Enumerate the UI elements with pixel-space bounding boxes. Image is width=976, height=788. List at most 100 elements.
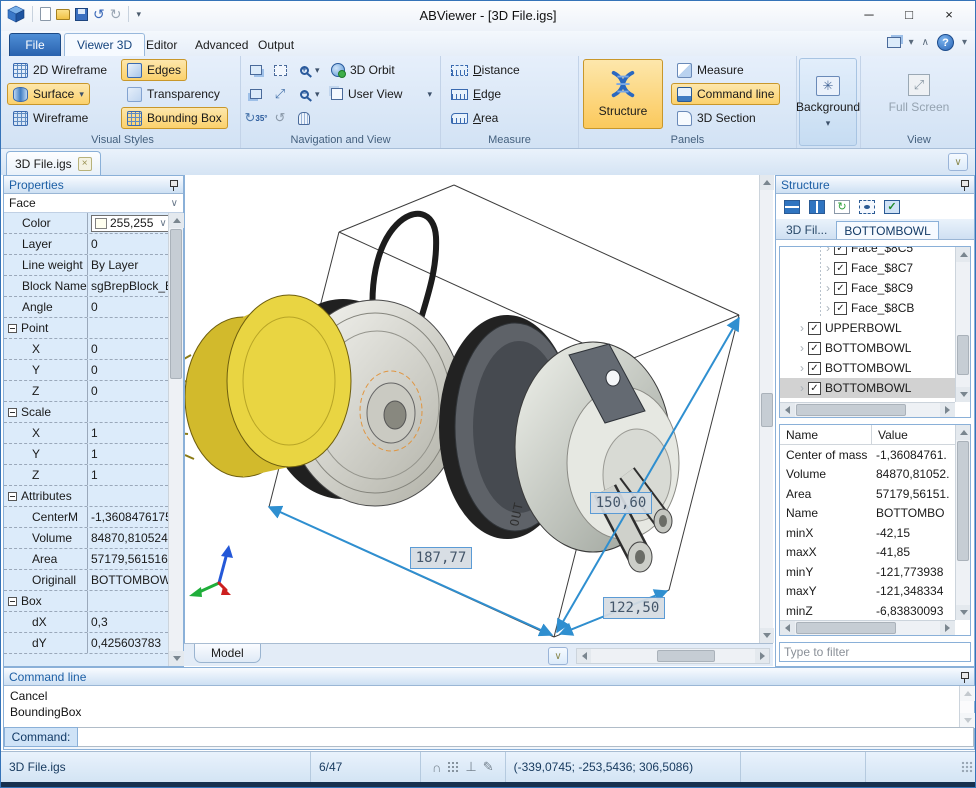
3d-section-panel-button[interactable]: 3D Section bbox=[671, 107, 762, 129]
attribute-row[interactable]: Center of mass-1,36084761. bbox=[780, 445, 955, 465]
tree-expand-icon[interactable]: › bbox=[826, 301, 830, 315]
user-view-dropdown-icon[interactable]: ▾ bbox=[427, 89, 432, 100]
zoom-out-dropdown-icon[interactable]: ▾ bbox=[315, 89, 320, 100]
area-button[interactable]: Area bbox=[445, 107, 504, 129]
tree-checkbox[interactable]: ✓ bbox=[834, 247, 847, 255]
split-horizontal-icon[interactable] bbox=[784, 200, 800, 214]
value-column-header[interactable]: Value bbox=[872, 428, 908, 442]
command-scrollbar[interactable] bbox=[959, 686, 974, 728]
color-combo[interactable]: 255,255∨ bbox=[91, 215, 168, 232]
attributes-hscrollbar[interactable] bbox=[780, 620, 955, 635]
scrollbar-thumb[interactable] bbox=[657, 650, 715, 662]
help-dropdown-icon[interactable]: ▾ bbox=[962, 37, 967, 48]
tree-expand-icon[interactable]: › bbox=[826, 261, 830, 275]
tree-checkbox[interactable]: ✓ bbox=[808, 382, 821, 395]
surface-dropdown-icon[interactable]: ▾ bbox=[79, 89, 84, 100]
close-tab-icon[interactable]: × bbox=[78, 157, 92, 171]
tree-item[interactable]: ›✓Face_$8C5 bbox=[780, 247, 955, 258]
tree-expand-icon[interactable]: › bbox=[826, 247, 830, 255]
property-row[interactable]: Z1 bbox=[4, 465, 168, 486]
2d-wireframe-button[interactable]: 2D Wireframe bbox=[7, 59, 113, 81]
collapse-icon[interactable] bbox=[8, 408, 17, 417]
zoom-in-dropdown-icon[interactable]: ▾ bbox=[315, 65, 320, 76]
tree-expand-icon[interactable]: › bbox=[800, 321, 804, 335]
property-row[interactable]: Point bbox=[4, 318, 168, 339]
tree-checkbox[interactable]: ✓ bbox=[808, 322, 821, 335]
collapse-icon[interactable] bbox=[8, 597, 17, 606]
previous-view-icon[interactable]: ↺ bbox=[269, 107, 291, 129]
collapse-icon[interactable] bbox=[8, 324, 17, 333]
model-tab[interactable]: Model bbox=[194, 644, 261, 663]
split-vertical-icon[interactable] bbox=[809, 200, 825, 214]
scrollbar-thumb[interactable] bbox=[796, 404, 906, 416]
tree-item[interactable]: ›✓UPPERBOWL bbox=[780, 318, 955, 338]
tree-hscrollbar[interactable] bbox=[780, 402, 955, 417]
attribute-row[interactable]: maxX-41,85 bbox=[780, 543, 955, 563]
measure-panel-button[interactable]: Measure bbox=[671, 59, 750, 81]
pin-icon[interactable] bbox=[169, 179, 178, 191]
scrollbar-thumb[interactable] bbox=[796, 622, 896, 634]
3d-orbit-button[interactable]: 3D Orbit bbox=[325, 59, 401, 81]
scrollbar-thumb[interactable] bbox=[170, 229, 182, 379]
property-row[interactable]: OriginallBOTTOMBOWL bbox=[4, 570, 168, 591]
full-screen-button[interactable]: ⤢ Full Screen bbox=[879, 59, 959, 129]
tree-item[interactable]: ›✓BOTTOMBOWL bbox=[780, 358, 955, 378]
property-row[interactable]: Area57179,5615163 bbox=[4, 549, 168, 570]
collapse-ribbon-icon[interactable]: ∧ bbox=[922, 37, 929, 48]
distance-button[interactable]: Distance bbox=[445, 59, 526, 81]
refresh-icon[interactable]: ↻ bbox=[834, 200, 850, 214]
attribute-row[interactable]: Volume84870,81052. bbox=[780, 465, 955, 485]
scrollbar-thumb[interactable] bbox=[957, 441, 969, 561]
viewport-vscrollbar[interactable] bbox=[759, 175, 773, 643]
property-row[interactable]: Z0 bbox=[4, 381, 168, 402]
zoom-extents-icon[interactable]: ⤢ bbox=[269, 83, 291, 105]
tree-checkbox[interactable]: ✓ bbox=[834, 262, 847, 275]
tab-file[interactable]: File bbox=[9, 33, 61, 56]
property-row[interactable]: Color255,255∨ bbox=[4, 213, 168, 234]
property-row[interactable]: Box bbox=[4, 591, 168, 612]
property-row[interactable]: Angle0 bbox=[4, 297, 168, 318]
property-row[interactable]: Block NamesgBrepBlock_BO bbox=[4, 276, 168, 297]
attribute-row[interactable]: minY-121,773938 bbox=[780, 562, 955, 582]
tree-expand-icon[interactable]: › bbox=[800, 361, 804, 375]
grid-toggle-icon[interactable] bbox=[447, 761, 459, 773]
bounding-box-button[interactable]: Bounding Box bbox=[121, 107, 228, 129]
command-line-panel-button[interactable]: Command line bbox=[671, 83, 780, 105]
tab-editor[interactable]: Editor bbox=[134, 33, 189, 56]
attributes-vscrollbar[interactable] bbox=[955, 425, 970, 620]
apply-selection-icon[interactable]: ✓ bbox=[884, 200, 900, 214]
viewport-hscrollbar[interactable] bbox=[576, 648, 770, 664]
tree-expand-icon[interactable]: › bbox=[800, 341, 804, 355]
property-row[interactable]: dY0,425603783 bbox=[4, 633, 168, 654]
property-row[interactable]: Y1 bbox=[4, 444, 168, 465]
tree-expand-icon[interactable]: › bbox=[826, 281, 830, 295]
background-button[interactable]: ✳ Background ▾ bbox=[799, 58, 857, 146]
tree-item[interactable]: ›✓Face_$8C7 bbox=[780, 258, 955, 278]
name-column-header[interactable]: Name bbox=[780, 425, 872, 444]
draw-mode-icon[interactable]: ✎ bbox=[483, 759, 494, 775]
tree-item[interactable]: ›✓BOTTOMBOWL bbox=[780, 338, 955, 358]
property-row[interactable]: Attributes bbox=[4, 486, 168, 507]
resize-grip[interactable] bbox=[961, 761, 973, 773]
tree-vscrollbar[interactable] bbox=[955, 247, 970, 402]
zoom-out-icon[interactable]: − bbox=[293, 83, 315, 105]
scrollbar-thumb[interactable] bbox=[761, 393, 773, 427]
pin-icon[interactable] bbox=[960, 671, 969, 683]
tree-item[interactable]: ›✓Face_$8C9 bbox=[780, 278, 955, 298]
rotate-35-icon[interactable]: ↻35° bbox=[245, 107, 267, 129]
tree-checkbox[interactable]: ✓ bbox=[834, 282, 847, 295]
property-row[interactable]: Layer0 bbox=[4, 234, 168, 255]
tree-checkbox[interactable]: ✓ bbox=[808, 342, 821, 355]
tree-item[interactable]: ›✓Face_$8CB bbox=[780, 298, 955, 318]
filter-input[interactable] bbox=[779, 642, 971, 662]
edges-button[interactable]: Edges bbox=[121, 59, 187, 81]
combo-arrow-icon[interactable]: ∨ bbox=[159, 218, 166, 229]
help-icon[interactable]: ? bbox=[937, 34, 954, 51]
property-row[interactable]: Scale bbox=[4, 402, 168, 423]
surface-button[interactable]: Surface ▾ bbox=[7, 83, 90, 105]
minimize-button[interactable]: ─ bbox=[849, 1, 889, 27]
document-tab[interactable]: 3D File.igs × bbox=[6, 151, 101, 175]
tree-checkbox[interactable]: ✓ bbox=[808, 362, 821, 375]
maximize-button[interactable]: □ bbox=[889, 1, 929, 27]
structure-panel-button[interactable]: Structure bbox=[583, 59, 663, 129]
